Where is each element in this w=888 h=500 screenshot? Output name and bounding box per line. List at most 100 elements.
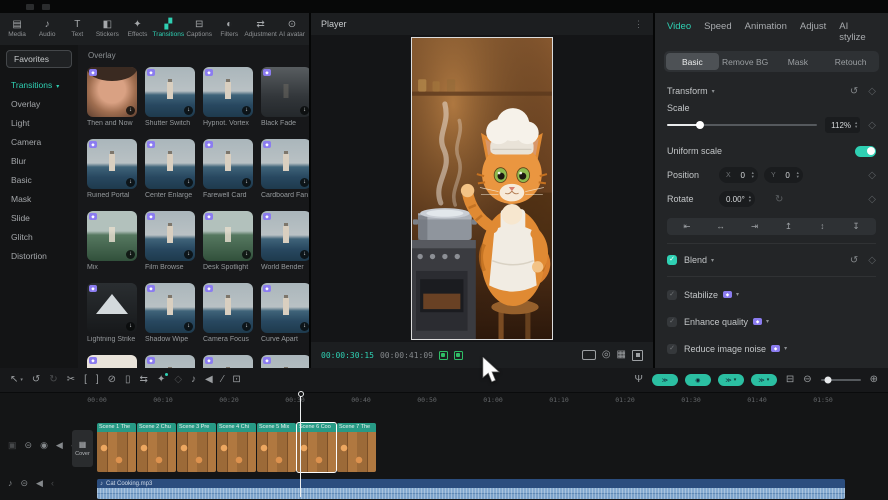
sidebar-item-favorites[interactable]: Favorites [6, 50, 72, 68]
toolbar-tab[interactable]: ▤ Media [2, 20, 32, 38]
stepper-down-icon[interactable]: ▾ [752, 175, 754, 179]
video-clip[interactable]: Scene 2 Chu [137, 423, 176, 472]
inspector-subtab[interactable]: Basic [666, 53, 719, 70]
transition-item[interactable]: ◆ ↓ Ruined Portal [87, 139, 137, 200]
download-icon[interactable]: ↓ [184, 178, 193, 187]
download-icon[interactable]: ↓ [242, 250, 251, 259]
sidebar-category-item[interactable]: Camera▾ [0, 132, 78, 151]
sidebar-category-item[interactable]: Blur▾ [0, 151, 78, 170]
microphone-icon[interactable]: Ψ [634, 375, 642, 385]
transition-item[interactable]: ◆ ↓ Mix [87, 211, 137, 272]
transition-thumbnail[interactable]: ◆ ↓ [145, 67, 195, 117]
transition-item[interactable]: ◆ ↓ Camera Focus [203, 283, 253, 344]
video-clip[interactable]: Scene 3 Pre [177, 423, 216, 472]
feature-checkbox[interactable]: ✓ [667, 317, 677, 327]
sidebar-category-item[interactable]: Distortion▾ [0, 246, 78, 265]
timeline-tool-icon[interactable]: ✦ ▾ [157, 375, 165, 385]
transition-thumbnail[interactable]: ◆ ↓ [261, 67, 309, 117]
transition-item[interactable]: ◆ ↓ Desk Spotlight [203, 211, 253, 272]
scale-slider-knob[interactable] [696, 121, 704, 129]
timeline-tool-icon[interactable]: [ ▾ [84, 375, 87, 385]
video-clip[interactable]: Scene 1 The [97, 423, 136, 472]
align-icon[interactable]: ↔ [705, 221, 737, 232]
toolbar-tab[interactable]: ⇄ Adjustment [244, 20, 277, 38]
inspector-subtab[interactable]: Remove BG [719, 53, 772, 70]
timeline-pill-button[interactable]: ≫ ▾ [751, 374, 777, 386]
transition-thumbnail[interactable]: ◆ ↓ [203, 211, 253, 261]
feature-checkbox[interactable]: ✓ [667, 290, 677, 300]
align-icon[interactable]: ↕ [806, 221, 838, 232]
toolbar-tab[interactable]: ⊟ Captions [184, 20, 214, 38]
transition-thumbnail[interactable]: ◆ ↓ [145, 139, 195, 189]
sidebar-category-item[interactable]: Overlay▾ [0, 94, 78, 113]
download-icon[interactable]: ↓ [126, 178, 135, 187]
timeline-tool-icon[interactable]: ◇ ▾ [174, 375, 182, 385]
timeline-ruler[interactable]: 00:0000:1000:2000:3000:4000:5001:0001:10… [0, 393, 888, 408]
timeline-tool-icon[interactable]: ✂ ▾ [67, 375, 75, 385]
toolbar-tab[interactable]: ✦ Effects [122, 20, 152, 38]
align-icon[interactable]: ⇥ [739, 221, 771, 232]
fullscreen-icon[interactable] [632, 350, 643, 361]
rotate-input[interactable]: 0.00° ▴▾ [719, 191, 755, 207]
sidebar-category-item[interactable]: Transitions▾ [0, 75, 78, 94]
timeline-tool-icon[interactable]: ♪ ▾ [191, 375, 196, 385]
toolbar-tab[interactable]: ◐ Filters [214, 20, 244, 38]
align-icon[interactable]: ↥ [772, 221, 804, 232]
download-icon[interactable]: ↓ [184, 106, 193, 115]
toolbar-tab[interactable]: ▞ Transitions [153, 20, 185, 38]
download-icon[interactable]: ↓ [242, 178, 251, 187]
stepper-down-icon[interactable]: ▾ [797, 175, 799, 179]
screen-preview-icon[interactable]: ⊟ [786, 375, 794, 385]
video-clip[interactable]: Scene 5 Mix [257, 423, 296, 472]
toolbar-tab[interactable]: ⊙ AI avatar [277, 20, 307, 38]
video-preview[interactable] [412, 38, 552, 339]
proxy-indicator-icon[interactable] [454, 351, 463, 360]
chevron-down-icon[interactable]: ▾ [712, 88, 715, 95]
transition-item[interactable]: ◆ ↓ [87, 355, 137, 368]
transition-item[interactable]: ◆ ↓ [145, 355, 195, 368]
transition-item[interactable]: ◆ ↓ Film Browse [145, 211, 195, 272]
download-icon[interactable]: ↓ [300, 322, 309, 331]
sidebar-category-item[interactable]: Glitch▾ [0, 227, 78, 246]
chevron-down-icon[interactable]: ▾ [784, 345, 787, 352]
inspector-tab[interactable]: Animation [745, 21, 787, 43]
timeline-tool-icon[interactable]: ⊘ ▾ [108, 375, 116, 385]
video-clip[interactable]: Scene 4 Chi [217, 423, 256, 472]
transition-thumbnail[interactable]: ◆ ↓ [261, 211, 309, 261]
sidebar-category-item[interactable]: Light▾ [0, 113, 78, 132]
transition-thumbnail[interactable]: ◆ ↓ [203, 283, 253, 333]
keyframe-icon[interactable]: ◇ [868, 120, 876, 131]
position-x-input[interactable]: X 0 ▴▾ [719, 167, 758, 183]
transition-thumbnail[interactable]: ◆ ↓ [261, 283, 309, 333]
sidebar-category-item[interactable]: Slide▾ [0, 208, 78, 227]
download-icon[interactable]: ↓ [126, 322, 135, 331]
transition-thumbnail[interactable]: ◆ ↓ [145, 211, 195, 261]
player-menu-icon[interactable]: ⋮ [634, 19, 643, 30]
transition-item[interactable]: ◆ ↓ Then and Now [87, 67, 137, 128]
transition-thumbnail[interactable]: ◆ ↓ [87, 67, 137, 117]
aspect-ratio-icon[interactable] [582, 350, 596, 360]
transition-thumbnail[interactable]: ◆ ↓ [87, 211, 137, 261]
zoom-out-icon[interactable]: ⊖ [803, 375, 811, 385]
blend-checkbox[interactable]: ✓ [667, 255, 677, 265]
transition-thumbnail[interactable]: ◆ ↓ [87, 283, 137, 333]
rotate-tool-icon[interactable]: ↻ [775, 194, 783, 205]
scale-value-box[interactable]: 112% ▴▾ [825, 117, 860, 133]
transition-thumbnail[interactable]: ◆ ↓ [145, 355, 195, 368]
keyframe-icon[interactable]: ◇ [868, 86, 876, 97]
transition-thumbnail[interactable]: ◆ ↓ [145, 283, 195, 333]
transition-thumbnail[interactable]: ◆ ↓ [261, 355, 309, 368]
timeline-tool-icon[interactable]: ↺ ▾ [32, 375, 40, 385]
download-icon[interactable]: ↓ [126, 106, 135, 115]
timeline-tool-icon[interactable]: ▯ ▾ [125, 375, 131, 385]
reset-icon[interactable]: ↺ [850, 86, 858, 97]
transition-thumbnail[interactable]: ◆ ↓ [203, 67, 253, 117]
cover-button[interactable]: ▦ Cover [72, 430, 93, 467]
download-icon[interactable]: ↓ [300, 106, 309, 115]
download-icon[interactable]: ↓ [242, 106, 251, 115]
chevron-down-icon[interactable]: ▾ [736, 291, 739, 298]
quality-indicator-icon[interactable] [439, 351, 448, 360]
timeline-tool-icon[interactable]: ↖ ▾ [10, 375, 23, 385]
download-icon[interactable]: ↓ [242, 322, 251, 331]
stepper-down-icon[interactable]: ▾ [749, 199, 751, 203]
